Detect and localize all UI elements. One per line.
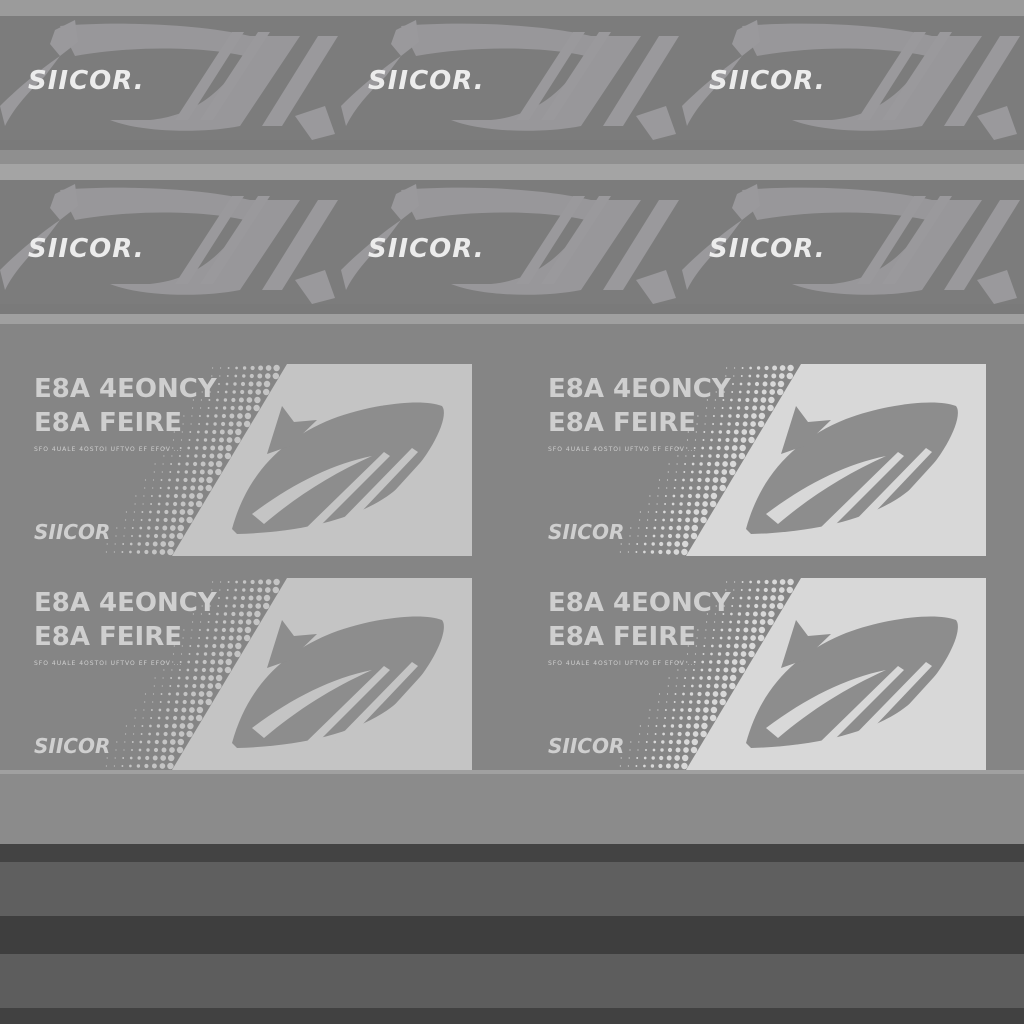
pattern-strip-2: SIICOR. SIICOR. SIICOR. [0, 180, 1024, 304]
strip-divider [0, 140, 1024, 150]
bottom-band-dark [0, 844, 1024, 862]
strip-divider-light [0, 314, 1024, 324]
strip-logo: SIICOR. [709, 66, 826, 96]
texture-sheet: SIICOR. SIICOR. SIICOR. SIICOR. SIICOR. … [0, 0, 1024, 1024]
card-brand-logo: SIICOR [548, 734, 625, 758]
card-subtext: SFO 4UALE 4OSTOI UFTVO EF EFOV ... [548, 660, 697, 667]
whale-wave-icon [0, 184, 1020, 304]
decal-card-3: E8A 4EONCY E8A FEIRE SFO 4UALE 4OSTOI UFTV… [32, 578, 472, 770]
bottom-band-dark [0, 1008, 1024, 1024]
strip-logo: SIICOR. [368, 66, 485, 96]
card-heading-1: E8A 4EONCY [34, 588, 217, 618]
strip-logo: SIICOR. [28, 66, 145, 96]
pattern-strip-1: SIICOR. SIICOR. SIICOR. [0, 16, 1024, 140]
card-subtext: SFO 4UALE 4OSTOI UFTVO EF EFOV ... [34, 446, 183, 453]
decal-card-1: E8A 4EONCY E8A FEIRE SFO 4UALE 4OSTOI UFTV… [32, 364, 472, 556]
bottom-band-charcoal [0, 954, 1024, 1008]
strip-logo: SIICOR. [709, 234, 826, 264]
bottom-band-mid [0, 774, 1024, 844]
card-heading-1: E8A 4EONCY [34, 374, 217, 404]
card-heading-2: E8A FEIRE [548, 408, 697, 438]
card-brand-logo: SIICOR [34, 520, 111, 544]
card-heading-1: E8A 4EONCY [548, 588, 731, 618]
strip-divider-light [0, 164, 1024, 180]
strip-logo: SIICOR. [28, 234, 145, 264]
bottom-band-charcoal [0, 862, 1024, 916]
top-edge-band [0, 0, 1024, 16]
card-subtext: SFO 4UALE 4OSTOI UFTVO EF EFOV ... [34, 660, 183, 667]
card-heading-2: E8A FEIRE [548, 622, 697, 652]
decal-card-4: E8A 4EONCY E8A FEIRE SFO 4UALE 4OSTOI UFTV… [546, 578, 986, 770]
strip-divider-light [0, 150, 1024, 164]
whale-wave-icon [0, 20, 1020, 140]
strip-logo: SIICOR. [368, 234, 485, 264]
card-heading-2: E8A FEIRE [34, 408, 183, 438]
card-heading-2: E8A FEIRE [34, 622, 183, 652]
card-brand-logo: SIICOR [548, 520, 625, 544]
card-brand-logo: SIICOR [34, 734, 111, 758]
decal-card-2: E8A 4EONCY E8A FEIRE SFO 4UALE 4OSTOI UFTV… [546, 364, 986, 556]
card-subtext: SFO 4UALE 4OSTOI UFTVO EF EFOV ... [548, 446, 697, 453]
bottom-band-dark [0, 916, 1024, 954]
card-heading-1: E8A 4EONCY [548, 374, 731, 404]
strip-divider [0, 304, 1024, 314]
